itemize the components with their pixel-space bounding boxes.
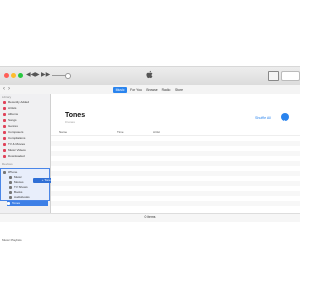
sidebar-item-artists[interactable]: Artists [3,106,49,111]
apple-logo-icon [146,70,153,79]
music-videos-icon [3,148,6,152]
status-bar: 0 items [0,213,300,222]
itunes-window: ◀◀ ▶ ▶▶ ‹ › Music For You Browse Radio S… [0,66,300,242]
page-title: Tones [65,112,86,119]
sidebar-item-device-audiobooks[interactable]: Audiobooks [9,195,49,200]
music-note-icon [9,175,12,179]
tab-radio[interactable]: Radio [160,87,172,93]
tv-icon [9,185,12,189]
column-header-name[interactable]: Name [59,130,67,134]
zoom-window-icon[interactable] [18,73,23,78]
sidebar-item-music-videos[interactable]: Music Videos [3,148,49,153]
table-row [51,191,300,196]
play-icon [284,120,287,124]
sidebar-footer[interactable]: Music Playlists [2,238,22,242]
column-header-time[interactable]: Time [117,130,124,134]
sidebar-item-device-tones[interactable]: Tones [7,201,48,206]
toolbar: ◀◀ ▶ ▶▶ [0,67,300,86]
play-all-button[interactable] [281,113,289,124]
sidebar-item-recently-added[interactable]: Recently Added [3,100,49,105]
iphone-icon [3,170,6,174]
status-item-count: 0 items [144,215,156,219]
tab-browse[interactable]: Browse [145,87,159,93]
previous-track-button[interactable]: ◀◀ [26,72,35,78]
minimize-window-icon[interactable] [11,73,16,78]
tv-movies-icon [3,142,6,146]
sidebar-item-compilations[interactable]: Compilations [3,136,49,141]
sidebar-item-downloaded[interactable]: Downloaded [3,154,49,159]
devices-heading: Devices [2,162,13,166]
search-input[interactable] [281,71,300,81]
column-header-artist[interactable]: Artist [153,130,160,134]
next-track-button[interactable]: ▶▶ [41,72,50,78]
tab-for-you[interactable]: For You [128,87,144,93]
list-view-icon[interactable] [268,71,279,81]
table-row [51,171,300,176]
sidebar-item-songs[interactable]: Songs [3,118,49,123]
library-heading: Library [2,95,12,99]
artists-icon [3,106,6,110]
table-header-divider [51,135,300,136]
compilations-icon [3,136,6,140]
film-icon [9,180,12,184]
table-row [51,181,300,186]
table-row [51,161,300,166]
main-content: Tones 0 tones Shuffle All Name Time Arti… [51,94,300,221]
downloaded-icon [3,154,6,158]
songs-icon [3,118,6,122]
shuffle-all-button[interactable]: Shuffle All [255,116,271,120]
sidebar-item-genres[interactable]: Genres [3,124,49,129]
sidebar-item-albums[interactable]: Albums [3,112,49,117]
sidebar: Library Recently Added Artists Albums So… [0,94,51,242]
back-button[interactable]: ‹ [3,86,5,92]
sidebar-item-tv-movies[interactable]: TV & Movies [3,142,49,147]
volume-knob[interactable] [65,73,71,79]
genres-icon [3,124,6,128]
table-row [51,201,300,206]
book-icon [9,190,12,194]
table-row [51,151,300,156]
tab-music[interactable]: Music [113,87,127,93]
forward-button[interactable]: › [8,86,10,92]
audiobook-icon [9,195,12,199]
albums-icon [3,112,6,116]
close-window-icon[interactable] [4,73,9,78]
composers-icon [3,130,6,134]
play-button[interactable]: ▶ [35,72,40,78]
table-row [51,141,300,146]
device-group: iPhone Music Movies TV Shows Books Audio… [0,168,50,201]
recently-added-icon [3,100,6,104]
page-subtitle: 0 tones [65,120,75,124]
sidebar-item-composers[interactable]: Composers [3,130,49,135]
tab-store[interactable]: Store [173,87,185,93]
bell-icon [7,201,10,205]
